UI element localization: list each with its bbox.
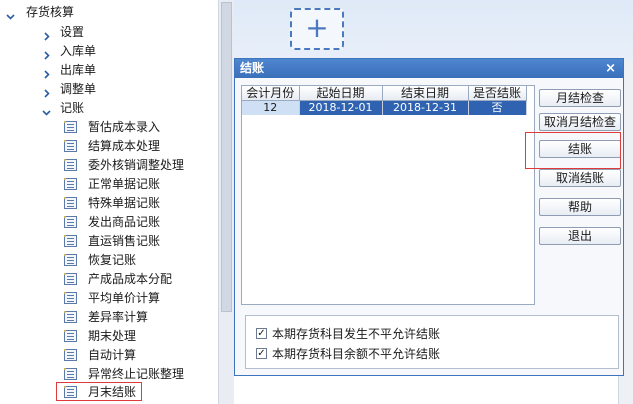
- caret-right-icon: [42, 28, 51, 41]
- document-list-icon: [64, 216, 77, 228]
- column-header[interactable]: 结束日期: [382, 86, 469, 101]
- tree-leaf-label: 发出商品记账: [88, 215, 161, 229]
- option-label: 本期存货科目发生不平允许结账: [272, 327, 441, 341]
- cancel-month-end-check-button[interactable]: 取消月结检查: [539, 113, 621, 131]
- document-list-icon: [64, 235, 77, 247]
- month-end-check-button[interactable]: 月结检查: [539, 89, 621, 107]
- tree-leaf-label: 差异率计算: [88, 310, 149, 324]
- tree-leaf-label: 结算成本处理: [88, 139, 161, 153]
- help-button[interactable]: 帮助: [539, 198, 621, 216]
- tree-leaf-label: 正常单据记账: [88, 177, 161, 191]
- dialog-title: 结账: [240, 61, 265, 75]
- document-list-icon: [64, 159, 77, 171]
- close-period-dialog: 结账 × 会计月份 起始日期 结束日期 是否结账 12 2018-12-01 2…: [234, 58, 624, 376]
- option-label: 本期存货科目余额不平允许结账: [272, 347, 441, 361]
- tree-leaf-label: 特殊单据记账: [88, 196, 161, 210]
- scroll-thumb[interactable]: [221, 2, 232, 312]
- close-icon[interactable]: ×: [605, 59, 616, 78]
- document-list-icon: [64, 292, 77, 304]
- tree-node-label: 调整单: [60, 82, 97, 96]
- tree-leaf-label: 暂估成本录入: [88, 120, 161, 134]
- tree-leaf-label: 直运销售记账: [88, 234, 161, 248]
- highlight-box: [56, 382, 142, 401]
- caret-down-icon: [42, 104, 51, 116]
- document-list-icon: [64, 311, 77, 323]
- document-list-icon: [64, 178, 77, 190]
- document-list-icon: [64, 254, 77, 266]
- document-list-icon: [64, 273, 77, 285]
- caret-right-icon: [42, 85, 51, 98]
- caret-down-icon: [6, 8, 15, 20]
- table-cell-start-date[interactable]: 2018-12-01: [299, 100, 383, 115]
- period-table: 会计月份 起始日期 结束日期 是否结账 12 2018-12-01 2018-1…: [241, 85, 535, 305]
- tree-leaf-label: 平均单价计算: [88, 291, 161, 305]
- tree-scrollbar[interactable]: [218, 0, 235, 404]
- table-cell-end-date[interactable]: 2018-12-31: [382, 100, 469, 115]
- tree-leaf-label: 委外核销调整处理: [88, 158, 185, 172]
- document-list-icon: [64, 368, 77, 380]
- table-row[interactable]: 12 2018-12-01 2018-12-31 否: [242, 100, 527, 115]
- tree-leaf-label: 期末处理: [88, 329, 137, 343]
- document-list-icon: [64, 121, 77, 133]
- column-header[interactable]: 是否结账: [468, 86, 527, 101]
- table-cell-closed[interactable]: 否: [468, 100, 527, 115]
- tree-node-label: 出库单: [60, 63, 97, 77]
- navigation-tree: 存货核算 设置 入库单 出库单 调整单 记账 暂估成本录入 结算成本处理 委外核…: [0, 0, 218, 404]
- table-cell-month[interactable]: 12: [242, 100, 300, 115]
- exit-button[interactable]: 退出: [539, 227, 621, 245]
- check-icon[interactable]: ✓: [256, 328, 267, 339]
- column-header[interactable]: 会计月份: [242, 86, 300, 101]
- tree-leaf-label: 产成品成本分配: [88, 272, 173, 286]
- document-list-icon: [64, 330, 77, 342]
- cancel-close-button[interactable]: 取消结账: [539, 169, 621, 187]
- tree-node-label: 设置: [60, 25, 85, 39]
- tree-node-label: 记账: [60, 101, 85, 115]
- tree-leaf-label: 自动计算: [88, 348, 137, 362]
- caret-right-icon: [42, 47, 51, 60]
- dialog-titlebar[interactable]: 结账 ×: [235, 59, 623, 78]
- highlight-box: [525, 132, 621, 169]
- tree-node-label: 入库单: [60, 44, 97, 58]
- add-tile-button[interactable]: +: [290, 8, 344, 50]
- options-group: ✓ 本期存货科目发生不平允许结账 ✓ 本期存货科目余额不平允许结账: [245, 315, 619, 369]
- tree-leaf-label: 恢复记账: [88, 253, 137, 267]
- tree-node-label: 存货核算: [26, 5, 75, 19]
- document-list-icon: [64, 197, 77, 209]
- document-list-icon: [64, 140, 77, 152]
- column-header[interactable]: 起始日期: [299, 86, 383, 101]
- document-list-icon: [64, 349, 77, 361]
- check-icon[interactable]: ✓: [256, 348, 267, 359]
- caret-right-icon: [42, 66, 51, 79]
